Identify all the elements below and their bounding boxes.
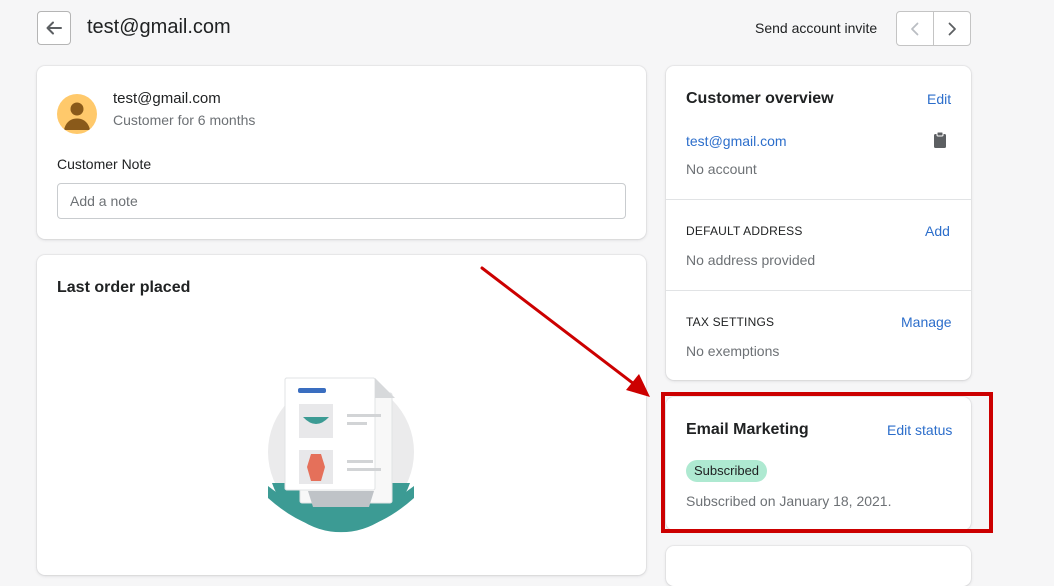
clipboard-icon[interactable]: [933, 131, 947, 149]
person-icon: [64, 102, 90, 130]
page-title: test@gmail.com: [87, 16, 231, 38]
tax-settings-heading: TAX SETTINGS: [686, 315, 775, 329]
customer-card: test@gmail.com Customer for 6 months Cus…: [37, 66, 646, 239]
last-order-title: Last order placed: [57, 279, 191, 296]
account-status: No account: [686, 161, 757, 177]
edit-overview-link[interactable]: Edit: [927, 91, 951, 107]
customer-email: test@gmail.com: [113, 90, 221, 107]
avatar: [57, 94, 97, 134]
arrow-left-icon: [46, 21, 62, 35]
empty-order-illustration: [268, 377, 414, 533]
add-address-link[interactable]: Add: [925, 223, 950, 239]
chevron-right-icon: [948, 22, 956, 35]
send-account-invite-button[interactable]: Send account invite: [755, 20, 877, 36]
customer-since: Customer for 6 months: [113, 112, 256, 128]
chevron-left-icon: [911, 22, 919, 35]
manage-tax-link[interactable]: Manage: [901, 314, 952, 330]
customer-note-input[interactable]: [57, 183, 626, 219]
customer-overview-title: Customer overview: [686, 90, 834, 107]
next-button[interactable]: [933, 12, 970, 45]
tax-value: No exemptions: [686, 343, 780, 359]
address-value: No address provided: [686, 252, 816, 268]
annotation-highlight-box: [661, 392, 993, 533]
next-card: [666, 546, 971, 586]
customer-note-label: Customer Note: [57, 156, 152, 172]
pagination: [896, 11, 971, 46]
last-order-card: Last order placed: [37, 255, 646, 575]
divider: [666, 290, 972, 291]
customer-overview-card: Customer overview Edit test@gmail.com No…: [666, 66, 972, 380]
previous-button[interactable]: [897, 12, 933, 45]
back-button[interactable]: [37, 11, 71, 45]
default-address-heading: DEFAULT ADDRESS: [686, 224, 803, 238]
overview-email-link[interactable]: test@gmail.com: [686, 133, 787, 149]
divider: [666, 199, 972, 200]
